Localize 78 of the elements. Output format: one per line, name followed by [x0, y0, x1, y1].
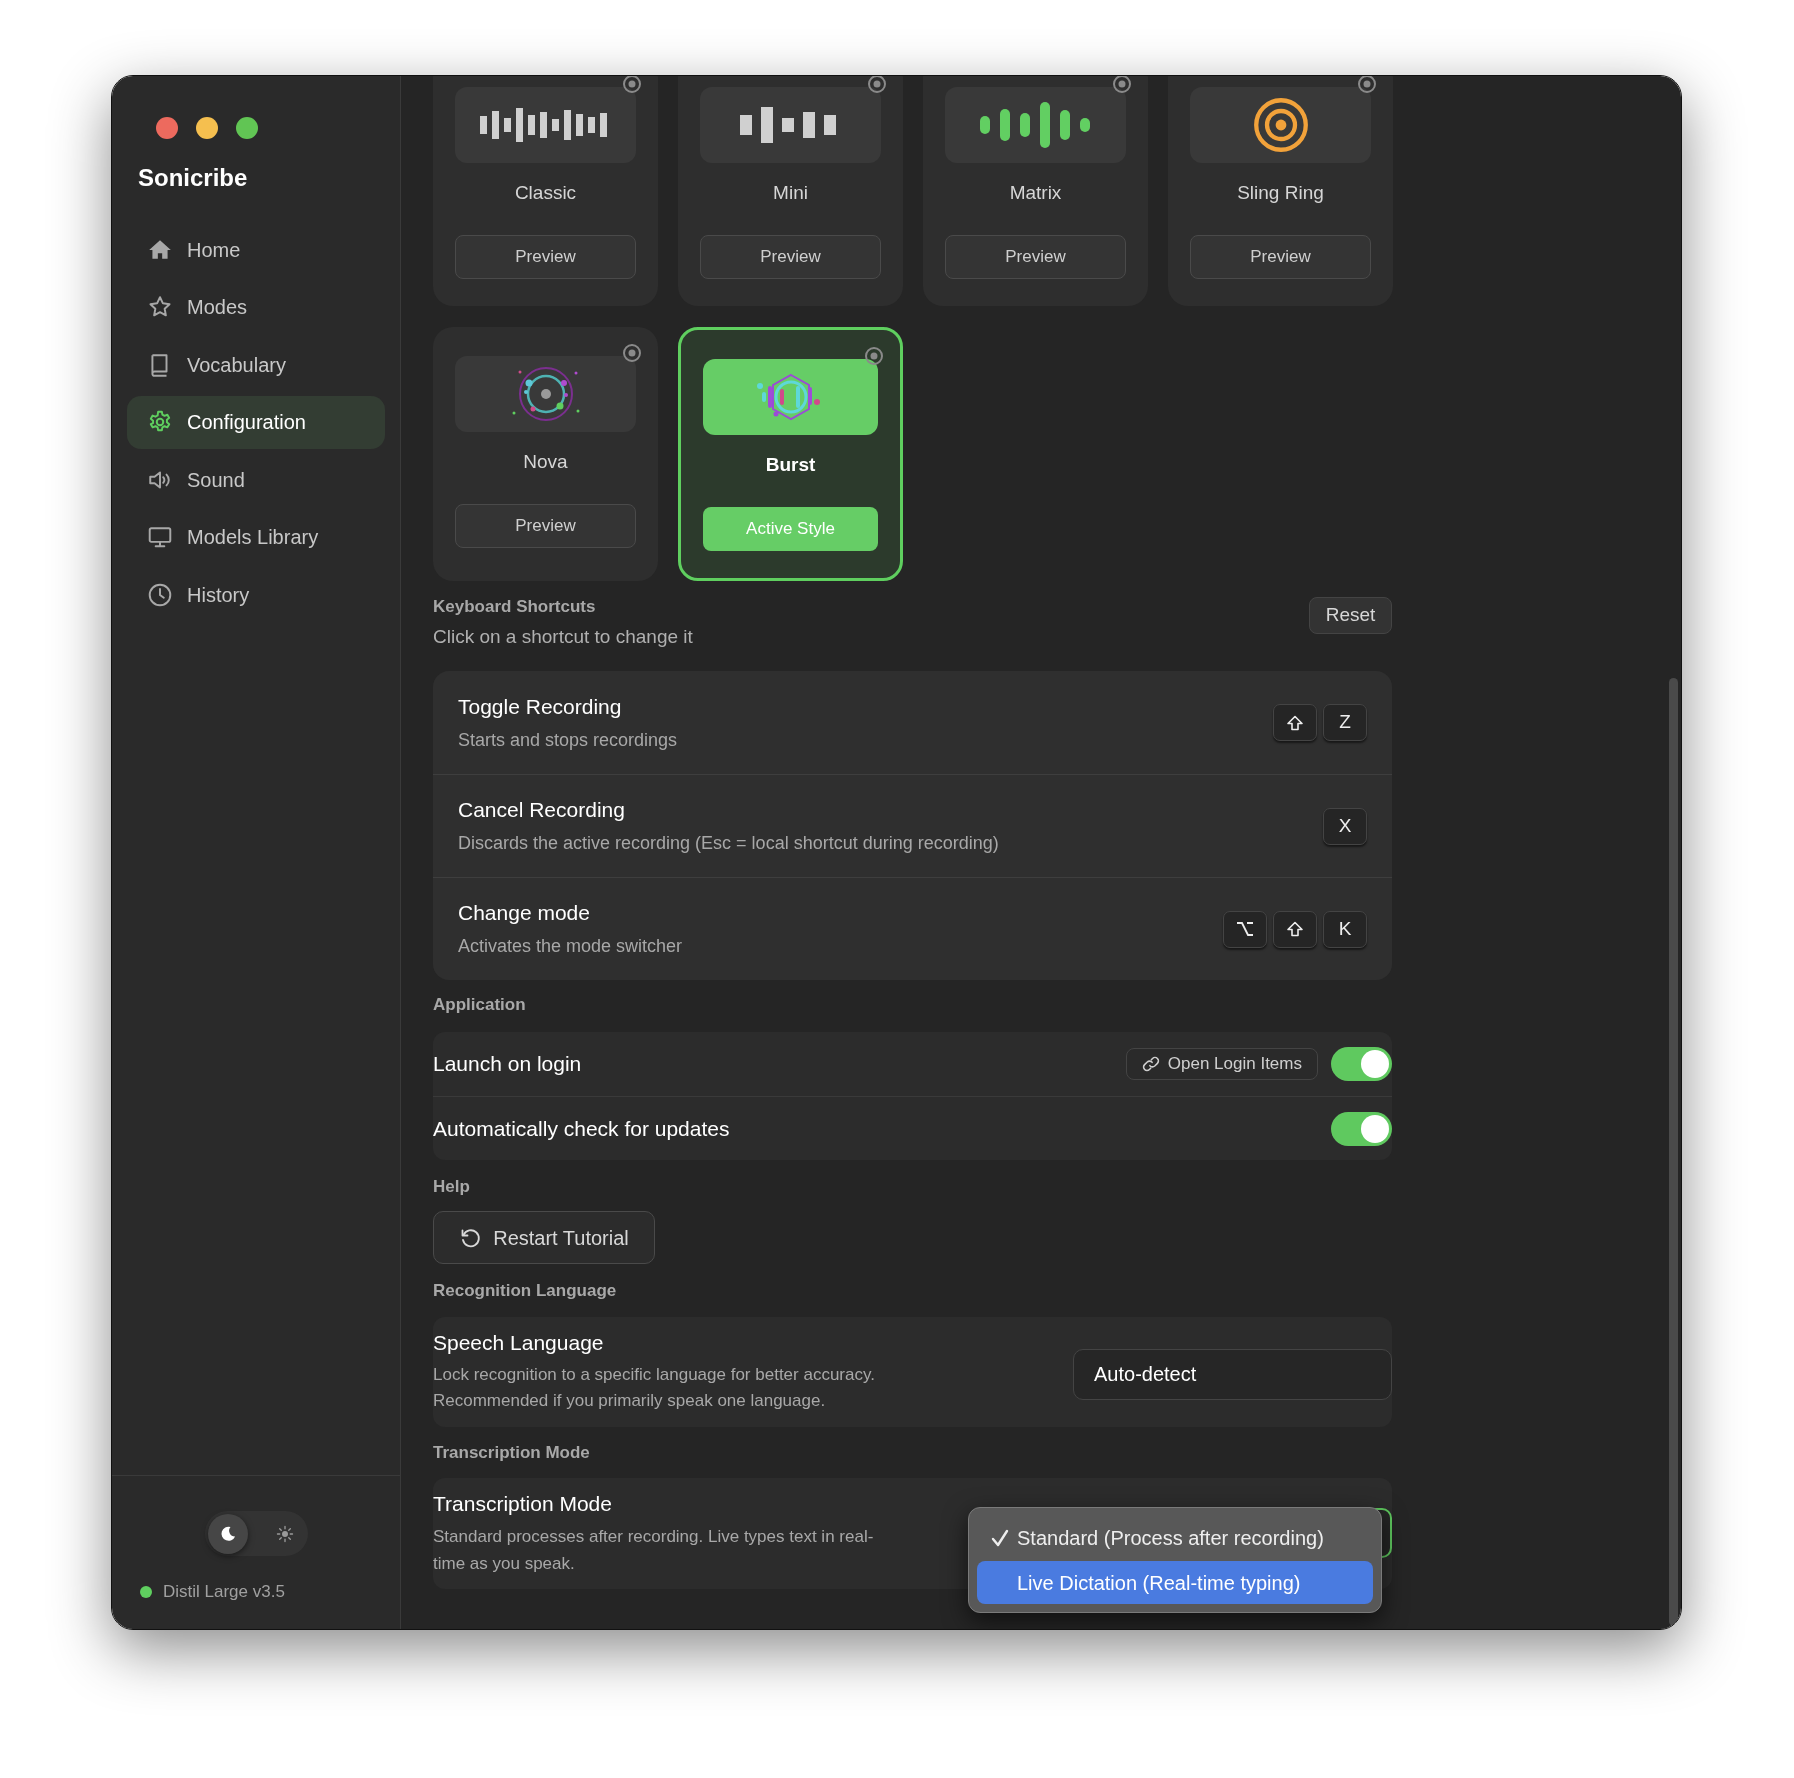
- restart-tutorial-button[interactable]: Restart Tutorial: [433, 1211, 655, 1264]
- scroll-thumb[interactable]: [1669, 678, 1678, 1626]
- radio-icon: [864, 346, 884, 366]
- preview-button[interactable]: Preview: [700, 235, 881, 279]
- style-name: Classic: [513, 181, 578, 205]
- setting-label: Automatically check for updates: [433, 1115, 730, 1142]
- key-cap[interactable]: K: [1323, 910, 1367, 948]
- preview-button[interactable]: Preview: [1190, 235, 1371, 279]
- nav-item[interactable]: Modes: [127, 280, 385, 334]
- key-cap[interactable]: Z: [1323, 704, 1367, 741]
- section-subtitle: Click on a shortcut to change it: [433, 625, 693, 649]
- target-drawing: [1252, 97, 1309, 153]
- radio-icon: [622, 76, 642, 94]
- key-cap[interactable]: X: [1323, 807, 1367, 845]
- style-card[interactable]: Classic Preview: [433, 76, 658, 306]
- section-heading: Help: [433, 1176, 471, 1198]
- key-cap[interactable]: [1223, 910, 1267, 948]
- app-title: Sonicribe: [137, 163, 249, 192]
- setting-title: Transcription Mode: [433, 1490, 613, 1517]
- shortcut-title: Change mode: [458, 900, 591, 926]
- checkmark-icon: [990, 1527, 1010, 1548]
- window-button[interactable]: [196, 117, 218, 139]
- radio-icon: [867, 76, 887, 94]
- key-cap[interactable]: [1273, 910, 1317, 948]
- open-login-items-button[interactable]: Open Login Items: [1125, 1048, 1318, 1080]
- shift-icon: [1286, 713, 1304, 732]
- radio-icon: [622, 343, 642, 363]
- toggle-switch[interactable]: [1331, 1047, 1392, 1081]
- setting-description: Lock recognition to a specific language for better accuracy. Recommended if you primarily speak one language.: [433, 1364, 876, 1412]
- nav-item[interactable]: Vocabulary: [127, 338, 385, 392]
- model-name: Distil Large v3.5: [163, 1581, 285, 1603]
- clock-icon: [147, 582, 173, 609]
- menu-item[interactable]: Live Dictation (Real-time typing): [977, 1561, 1373, 1604]
- preview-button[interactable]: Preview: [455, 504, 636, 548]
- shortcut-title: Cancel Recording: [458, 797, 626, 823]
- window-button[interactable]: [236, 117, 258, 139]
- style-card[interactable]: Nova Preview: [433, 327, 658, 581]
- setting-description: Standard processes after recording. Live types text in real-time as you speak.: [433, 1525, 875, 1575]
- radio-icon: [1112, 76, 1132, 94]
- section-heading: Recognition Language: [433, 1280, 618, 1302]
- setting-title: Speech Language: [433, 1330, 605, 1356]
- toggle-switch[interactable]: [1331, 1111, 1392, 1146]
- radio-icon: [1357, 76, 1377, 94]
- menu-item[interactable]: Standard (Process after recording): [977, 1516, 1373, 1559]
- section-heading: Application: [433, 994, 527, 1016]
- window-button[interactable]: [156, 117, 178, 139]
- nav-item[interactable]: Sound: [127, 453, 385, 507]
- preview-button[interactable]: Preview: [455, 235, 636, 279]
- style-card[interactable]: Burst Active Style: [678, 327, 903, 581]
- restart-icon: [459, 1226, 482, 1249]
- nav-item[interactable]: History: [127, 568, 385, 622]
- shortcut-description: Starts and stops recordings: [458, 728, 678, 752]
- setting-label: Launch on login: [433, 1051, 582, 1078]
- reset-button[interactable]: Reset: [1309, 597, 1392, 634]
- style-name: Matrix: [1008, 181, 1063, 205]
- language-select[interactable]: Auto-detect: [1073, 1348, 1392, 1400]
- nav-item[interactable]: Home: [127, 223, 385, 276]
- style-name: Mini: [772, 181, 809, 205]
- nav-item[interactable]: Models Library: [127, 510, 385, 564]
- preview-button[interactable]: Preview: [945, 235, 1126, 279]
- section-heading: Keyboard Shortcuts: [433, 596, 597, 618]
- sun-icon: [275, 1524, 294, 1543]
- style-card[interactable]: Mini Preview: [678, 76, 903, 306]
- theme-switch[interactable]: [204, 1511, 308, 1556]
- link-icon: [1141, 1055, 1160, 1073]
- shortcut-description: Discards the active recording (Esc = local shortcut during recording): [458, 832, 999, 855]
- style-name: Burst: [764, 453, 817, 477]
- section-heading: Transcription Mode: [433, 1442, 591, 1464]
- shortcut-description: Activates the mode switcher: [458, 935, 683, 958]
- style-card[interactable]: Sling Ring Preview: [1168, 76, 1393, 306]
- style-name: Nova: [522, 450, 569, 474]
- nav-item[interactable]: Configuration: [127, 395, 385, 449]
- shift-icon: [1286, 920, 1304, 938]
- option-key-icon: [1236, 920, 1254, 938]
- key-cap[interactable]: [1273, 704, 1317, 741]
- style-card[interactable]: Matrix Preview: [923, 76, 1148, 306]
- style-name: Sling Ring: [1236, 181, 1325, 205]
- shortcut-title: Toggle Recording: [458, 693, 623, 720]
